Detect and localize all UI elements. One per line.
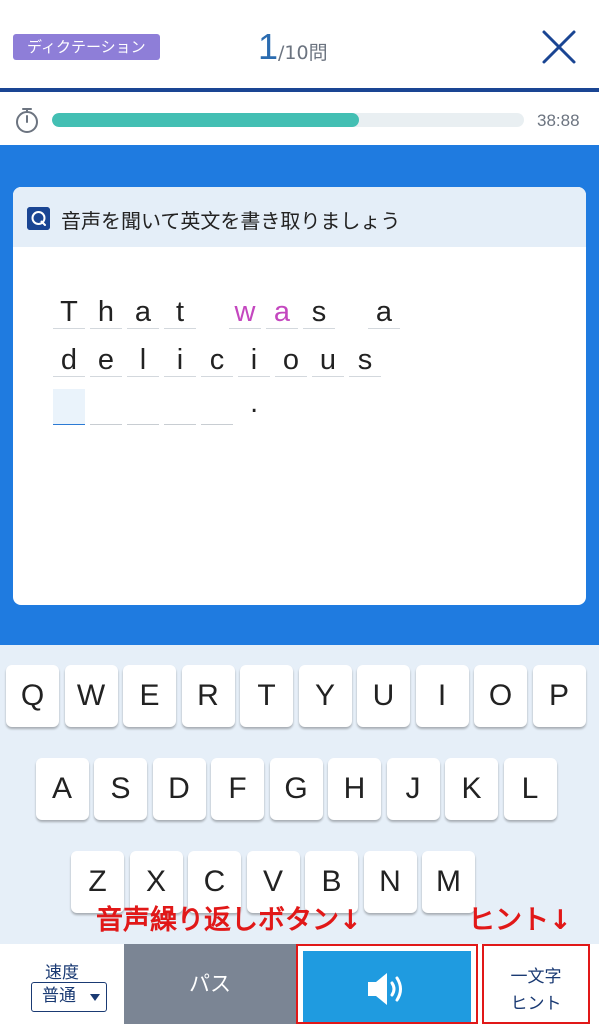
answer-letter: l: [127, 343, 159, 377]
stopwatch-icon: [16, 108, 38, 133]
key-r[interactable]: R: [181, 665, 235, 727]
key-y[interactable]: Y: [298, 665, 352, 727]
repeat-audio-button-face: [303, 951, 471, 1022]
close-icon: [542, 30, 576, 64]
answer-letter: i: [164, 343, 196, 377]
answer-letter: h: [90, 295, 122, 329]
speed-label: 速度: [45, 963, 79, 983]
speed-value: 普通: [42, 986, 76, 1006]
answer-letter: u: [312, 343, 344, 377]
letter-blank[interactable]: [201, 389, 233, 425]
answer-letter: i: [238, 343, 270, 377]
hint-line-2: ヒント: [510, 994, 562, 1014]
key-k[interactable]: K: [445, 758, 498, 820]
key-s[interactable]: S: [94, 758, 147, 820]
answer-letter: T: [53, 295, 85, 329]
answer-period: .: [250, 389, 259, 419]
answer-letter: s: [349, 343, 381, 377]
key-d[interactable]: D: [152, 758, 206, 820]
key-i[interactable]: I: [415, 665, 469, 727]
speaker-icon: [368, 973, 402, 1005]
header: ディクテーション 1/10問: [0, 0, 599, 88]
answer-letter: t: [164, 295, 196, 329]
active-letter-input[interactable]: [53, 389, 85, 425]
speed-control: 速度 普通: [0, 944, 124, 1024]
answer-letter: e: [90, 343, 122, 377]
speed-select[interactable]: 普通: [31, 982, 107, 1012]
answer-letter: a: [368, 295, 400, 329]
key-w[interactable]: W: [64, 665, 118, 727]
question-counter: 1/10問: [258, 26, 328, 68]
key-e[interactable]: E: [123, 665, 176, 727]
question-area: 音声を聞いて英文を書き取りましょう Thatwasadelicious.: [0, 145, 599, 645]
key-a[interactable]: A: [35, 758, 89, 820]
key-o[interactable]: O: [474, 665, 527, 727]
total-questions: /10問: [278, 42, 328, 64]
key-l[interactable]: L: [503, 758, 557, 820]
hint-line-1: 一文字: [510, 967, 562, 987]
close-button[interactable]: [538, 26, 580, 68]
letter-blank[interactable]: [164, 389, 196, 425]
hint-letter: w: [229, 295, 261, 329]
key-u[interactable]: U: [357, 665, 410, 727]
key-t[interactable]: T: [240, 665, 293, 727]
answer-letter: d: [53, 343, 85, 377]
answer-letter: o: [275, 343, 307, 377]
card-title: 音声を聞いて英文を書き取りましょう: [61, 209, 401, 233]
card-header: 音声を聞いて英文を書き取りましょう: [13, 187, 586, 247]
timer-text: 38:88: [537, 111, 580, 130]
question-icon: [27, 207, 50, 230]
answer-area[interactable]: Thatwasadelicious.: [53, 295, 573, 475]
key-n[interactable]: N: [363, 851, 417, 913]
key-p[interactable]: P: [532, 665, 586, 727]
dropdown-arrow-icon: [90, 994, 100, 1001]
key-h[interactable]: H: [328, 758, 381, 820]
question-card: 音声を聞いて英文を書き取りましょう Thatwasadelicious.: [13, 187, 586, 605]
key-q[interactable]: Q: [6, 665, 59, 727]
repeat-audio-button[interactable]: [296, 944, 478, 1024]
key-j[interactable]: J: [386, 758, 440, 820]
answer-letter: a: [127, 295, 159, 329]
hint-letter: a: [266, 295, 298, 329]
annotation-repeat-button: 音声繰り返しボタン↓: [96, 905, 362, 936]
letter-blank[interactable]: [127, 389, 159, 425]
time-progress-fill: [52, 113, 359, 127]
letter-blank[interactable]: [90, 389, 122, 425]
mode-badge: ディクテーション: [13, 34, 160, 60]
answer-letter: c: [201, 343, 233, 377]
timer-row: 38:88: [0, 92, 599, 145]
one-letter-hint-button[interactable]: 一文字 ヒント: [482, 944, 590, 1024]
key-g[interactable]: G: [269, 758, 323, 820]
pass-button[interactable]: パス: [124, 944, 296, 1024]
current-question: 1: [258, 26, 279, 67]
answer-letter: s: [303, 295, 335, 329]
key-f[interactable]: F: [211, 758, 264, 820]
annotation-hint: ヒント↓: [468, 905, 572, 936]
bottom-bar: 速度 普通 パス 一文字 ヒント: [0, 944, 599, 1024]
time-progress-bar: [52, 113, 524, 127]
